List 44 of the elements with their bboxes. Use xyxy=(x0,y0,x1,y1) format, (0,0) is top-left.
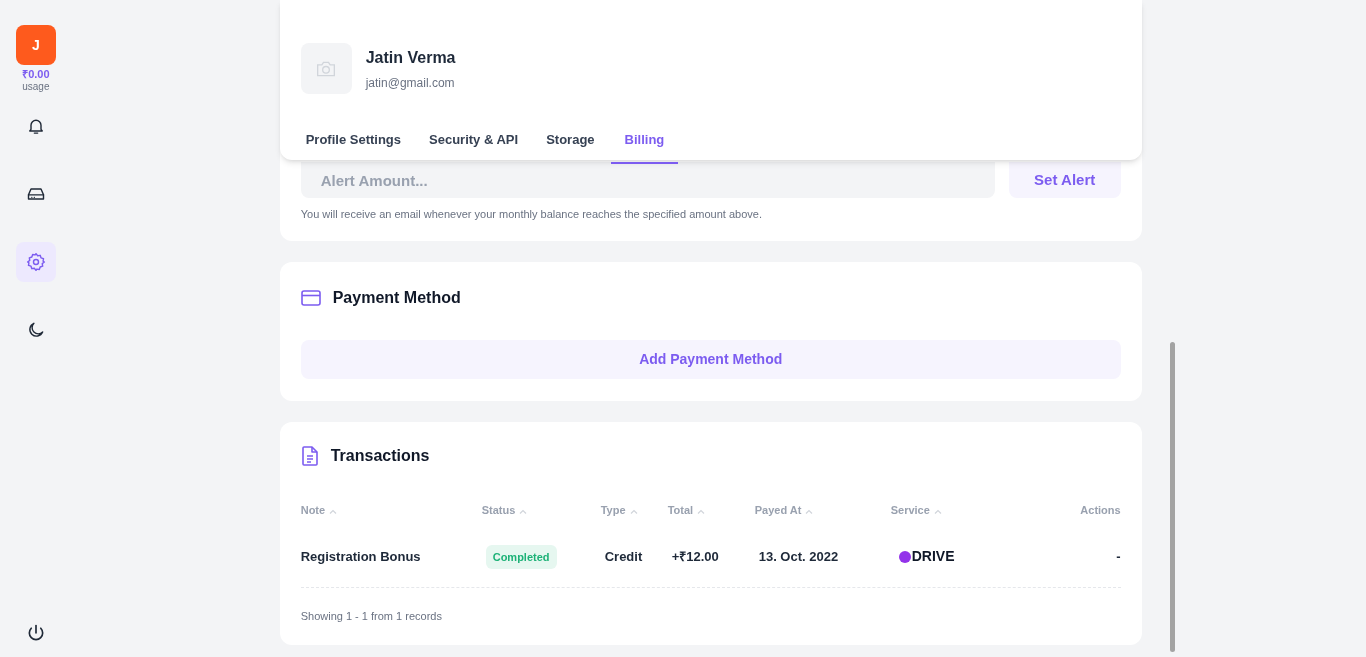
set-alert-button[interactable]: Set Alert xyxy=(1008,162,1121,198)
column-header[interactable]: Payed At xyxy=(754,504,802,516)
camera-icon xyxy=(316,59,337,78)
sort-chevron-icon[interactable] xyxy=(329,508,338,514)
sidebar-item[interactable] xyxy=(15,242,56,282)
column-header[interactable]: Total xyxy=(667,504,694,516)
credit-card-icon xyxy=(300,290,321,306)
usage-label: usage xyxy=(22,82,50,92)
profile-email: jatin@gmail.com xyxy=(365,74,456,92)
tab[interactable]: Storage xyxy=(534,117,607,164)
table-cell: +₹12.00 xyxy=(671,549,719,564)
tab[interactable]: Security & API xyxy=(417,117,531,164)
table-cell: Registration Bonus xyxy=(300,549,421,564)
column-header[interactable]: Service xyxy=(890,504,930,516)
sort-chevron-icon[interactable] xyxy=(629,508,638,514)
table-cell: Credit xyxy=(604,549,643,564)
photo-placeholder[interactable] xyxy=(300,43,352,94)
user-avatar[interactable]: J xyxy=(15,25,56,65)
column-header[interactable]: Status xyxy=(481,504,516,516)
logo-icon xyxy=(896,549,911,563)
column-header[interactable]: Type xyxy=(600,504,626,516)
sort-chevron-icon[interactable] xyxy=(805,508,814,514)
tab[interactable]: Billing xyxy=(610,117,679,164)
add-payment-method-button[interactable]: Add Payment Method xyxy=(300,340,1121,379)
section-title: Transactions xyxy=(330,446,430,466)
profile-name: Jatin Verma xyxy=(365,47,456,68)
document-icon xyxy=(300,446,319,466)
alert-amount-field[interactable]: Alert Amount... xyxy=(300,162,995,198)
usage-amount: ₹0.00 xyxy=(22,69,50,80)
column-header[interactable]: Actions xyxy=(1080,504,1121,516)
table-cell: 13. Oct. 2022 xyxy=(758,549,839,564)
sort-chevron-icon[interactable] xyxy=(933,508,942,514)
alert-hint: You will receive an email whenever your monthly balance reaches the specified amount above. xyxy=(300,207,763,222)
status-badge: Completed xyxy=(485,544,557,569)
settings-icon xyxy=(25,252,46,272)
service-logo-text: DRIVE xyxy=(911,546,955,566)
tab[interactable]: Profile Settings xyxy=(293,117,414,164)
section-title: Payment Method xyxy=(332,288,461,308)
sort-chevron-icon[interactable] xyxy=(519,508,528,514)
scrollbar[interactable] xyxy=(1169,342,1175,652)
sort-chevron-icon[interactable] xyxy=(697,508,706,514)
column-header[interactable]: Note xyxy=(300,504,326,516)
table-cell: - xyxy=(1116,549,1121,564)
records-summary: Showing 1 - 1 from 1 records xyxy=(300,609,443,624)
